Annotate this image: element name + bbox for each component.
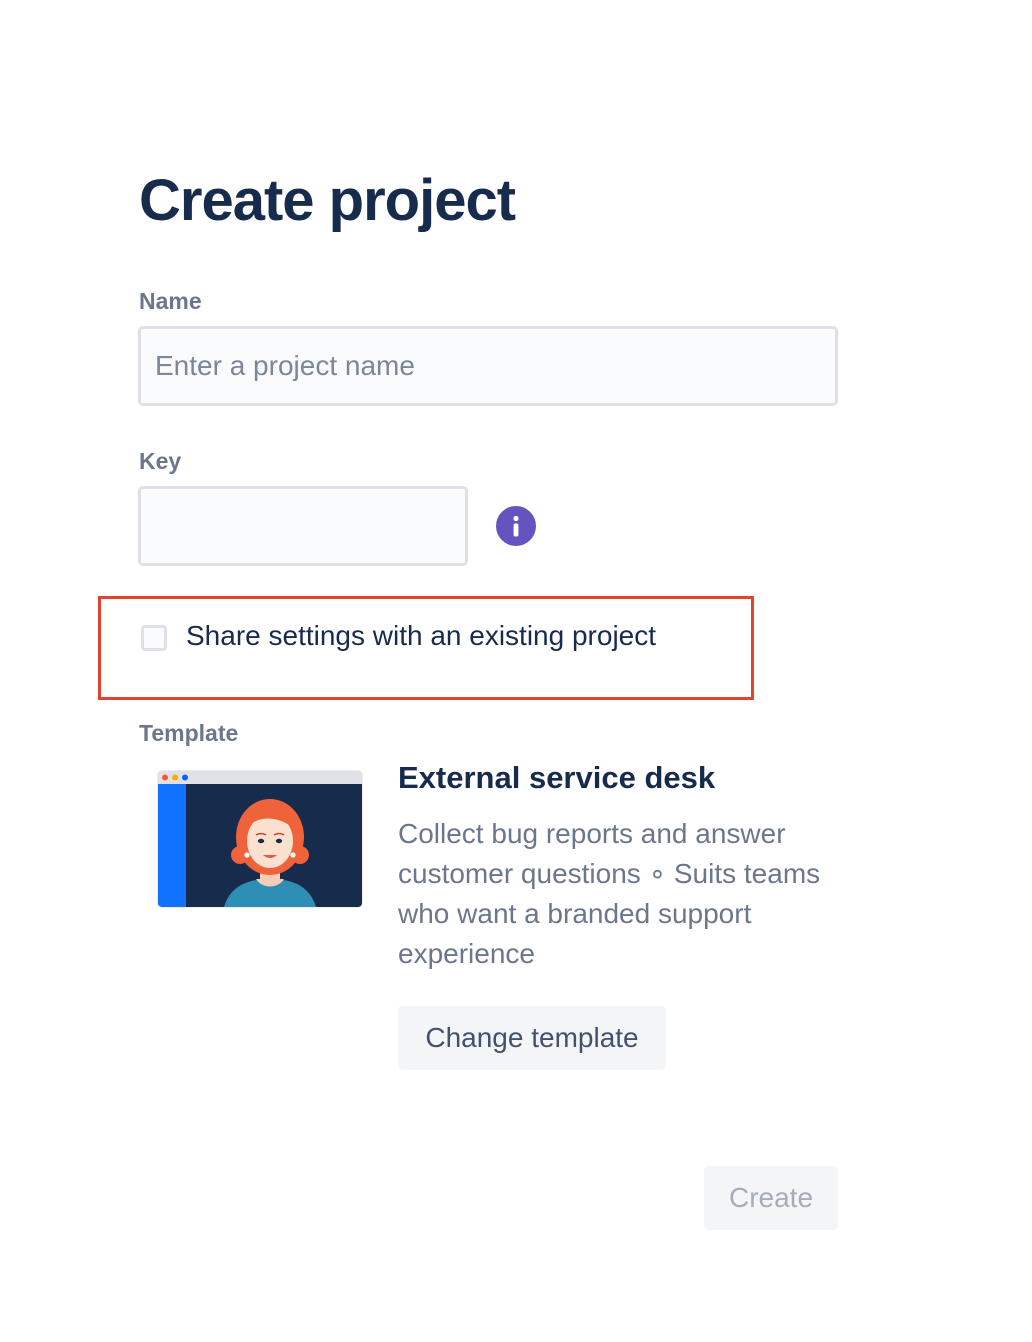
create-project-page: Create project Name Key Share settings w… [0, 0, 1032, 1342]
info-glyph [513, 515, 519, 537]
create-button[interactable]: Create [704, 1166, 838, 1230]
template-description: Collect bug reports and answer customer … [398, 818, 821, 969]
name-label: Name [139, 288, 202, 314]
template-name: External service desk [398, 760, 716, 795]
info-icon[interactable] [496, 506, 536, 546]
project-name-input[interactable] [138, 326, 838, 406]
project-key-input[interactable] [138, 486, 468, 566]
page-title: Create project [139, 168, 516, 233]
key-label: Key [139, 448, 182, 474]
change-template-button[interactable]: Change template [398, 1006, 666, 1070]
service-desk-agent-illustration [158, 771, 362, 907]
share-settings-label[interactable]: Share settings with an existing project [186, 620, 656, 652]
template-label: Template [139, 720, 239, 746]
share-settings-checkbox[interactable] [141, 625, 167, 651]
